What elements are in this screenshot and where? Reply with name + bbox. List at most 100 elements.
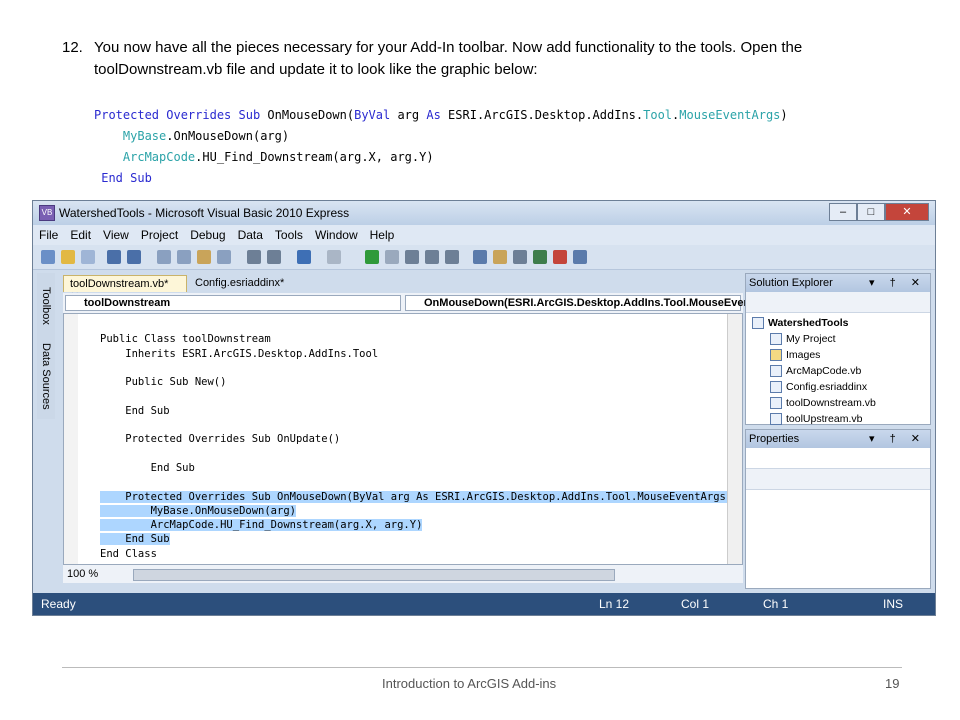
zoom-level[interactable]: 100 %: [67, 568, 98, 580]
close-button[interactable]: ✕: [885, 203, 929, 221]
code-text: OnMouseDown(: [267, 108, 355, 122]
code-type: MouseEventArgs: [679, 108, 781, 122]
paste-icon[interactable]: [197, 250, 211, 264]
tree-label: toolUpstream.vb: [786, 413, 863, 425]
code-line: End Sub: [100, 404, 170, 417]
data-sources-tab[interactable]: Data Sources: [40, 343, 52, 410]
menu-window[interactable]: Window: [309, 225, 364, 242]
toolbox-tab[interactable]: Toolbox: [40, 287, 52, 325]
my-project-icon: [770, 333, 782, 346]
code-text: HU_Find_Downstream(arg.X, arg.Y): [202, 150, 434, 164]
tab-label: toolDownstream.vb*: [70, 278, 169, 290]
save-all-icon[interactable]: [127, 250, 141, 264]
class-dropdown[interactable]: toolDownstream: [65, 295, 401, 311]
solution-explorer-icon[interactable]: [493, 250, 507, 264]
code-text: arg: [397, 108, 427, 122]
new-project-icon[interactable]: [41, 250, 55, 264]
properties-toolbar: [746, 469, 930, 490]
tree-label: Config.esriaddinx: [786, 381, 868, 393]
properties-icon[interactable]: [513, 250, 527, 264]
solution-explorer-title: Solution Explorer: [749, 277, 833, 289]
code-line: Public Class toolDownstream: [100, 333, 271, 346]
ide-screenshot: VB WatershedTools - Microsoft Visual Bas…: [32, 200, 936, 616]
uncomment-icon[interactable]: [267, 250, 281, 264]
code-keyword: ByVal: [354, 108, 398, 122]
menu-edit[interactable]: Edit: [64, 225, 97, 242]
step-over-icon[interactable]: [425, 250, 439, 264]
code-type: ArcMapCode: [122, 150, 196, 164]
code-editor[interactable]: Public Class toolDownstream Inherits ESR…: [63, 313, 743, 565]
code-keyword: Protected Overrides Sub: [94, 108, 268, 122]
step-number: 12.: [62, 39, 83, 56]
object-browser-icon[interactable]: [533, 250, 547, 264]
solution-explorer-panel: Solution Explorer ▾ † ✕ WatershedTools My…: [745, 273, 931, 427]
extension-icon[interactable]: [573, 250, 587, 264]
tree-item-config[interactable]: Config.esriaddinx: [752, 379, 930, 395]
method-dropdown[interactable]: OnMouseDown(ESRI.ArcGIS.Desktop.AddIns.T…: [405, 295, 750, 311]
tree-item-images[interactable]: Images: [752, 347, 930, 363]
step-out-icon[interactable]: [445, 250, 459, 264]
toolbox-icon[interactable]: [553, 250, 567, 264]
tree-item-my-project[interactable]: My Project: [752, 331, 930, 347]
horizontal-scrollbar[interactable]: [133, 569, 615, 581]
code-type: Tool: [643, 108, 673, 122]
panel-pin-icon[interactable]: ▾ † ✕: [869, 274, 926, 292]
save-icon[interactable]: [107, 250, 121, 264]
menu-tools[interactable]: Tools: [269, 225, 309, 242]
undo-icon[interactable]: [297, 250, 311, 264]
title-bar: VB WatershedTools - Microsoft Visual Bas…: [33, 201, 935, 225]
menu-data[interactable]: Data: [232, 225, 269, 242]
delete-icon[interactable]: [217, 250, 231, 264]
menu-file[interactable]: File: [33, 225, 64, 242]
vb-app-icon: VB: [39, 205, 55, 221]
menu-view[interactable]: View: [97, 225, 135, 242]
menu-debug[interactable]: Debug: [184, 225, 231, 242]
menu-project[interactable]: Project: [135, 225, 184, 242]
minimize-button[interactable]: –: [829, 203, 857, 221]
menu-help[interactable]: Help: [364, 225, 401, 242]
vertical-scrollbar[interactable]: [727, 314, 742, 564]
code-text: .: [166, 129, 174, 143]
redo-icon[interactable]: [327, 250, 341, 264]
open-icon[interactable]: [61, 250, 75, 264]
start-debug-icon[interactable]: [365, 250, 379, 264]
tab-tooldownstream[interactable]: toolDownstream.vb* ✕: [63, 275, 187, 303]
code-text: ): [780, 108, 788, 122]
tree-item-tooldownstream[interactable]: toolDownstream.vb: [752, 395, 930, 411]
panel-pin-icon[interactable]: ▾ † ✕: [869, 430, 926, 448]
code-line: Protected Overrides Sub OnUpdate(): [100, 433, 341, 446]
step-text: You now have all the pieces necessary fo…: [94, 39, 803, 78]
code-text: ESRI.ArcGIS.Desktop.AddIns.: [448, 108, 644, 122]
tree-item-toolupstream[interactable]: toolUpstream.vb: [752, 411, 930, 427]
footer-title: Introduction to ArcGIS Add-ins: [382, 676, 557, 691]
tree-label: Images: [786, 349, 821, 361]
status-column: Col 1: [681, 597, 710, 611]
find-icon[interactable]: [473, 250, 487, 264]
comment-icon[interactable]: [247, 250, 261, 264]
code-keyword: As: [426, 108, 449, 122]
vb-file-icon: [770, 365, 782, 378]
status-mode: INS: [883, 597, 904, 611]
code-line: End Sub: [100, 461, 195, 474]
tree-item-project[interactable]: WatershedTools: [752, 315, 930, 331]
code-keyword: End Sub: [101, 171, 152, 185]
code-line: Public Sub New(): [100, 376, 227, 389]
cut-icon[interactable]: [157, 250, 171, 264]
copy-icon[interactable]: [177, 250, 191, 264]
properties-object-dropdown[interactable]: [746, 448, 930, 469]
selected-code-line: End Sub: [100, 533, 170, 546]
status-ready: Ready: [41, 597, 76, 611]
maximize-button[interactable]: □: [857, 203, 885, 221]
tab-config[interactable]: Config.esriaddinx*: [189, 275, 299, 292]
tree-label: WatershedTools: [768, 317, 849, 329]
add-item-icon[interactable]: [81, 250, 95, 264]
stop-icon[interactable]: [385, 250, 399, 264]
step-into-icon[interactable]: [405, 250, 419, 264]
solution-explorer-toolbar: [746, 292, 930, 313]
code-line: End Class: [100, 547, 157, 560]
solution-tree: WatershedTools My Project Images ArcMapC…: [746, 313, 930, 427]
tree-item-arcmapcode[interactable]: ArcMapCode.vb: [752, 363, 930, 379]
editor-code: Public Class toolDownstream Inherits ESR…: [100, 318, 733, 561]
side-tool-strip: Toolbox Data Sources: [37, 273, 55, 419]
selected-code-line: MyBase.OnMouseDown(arg): [100, 504, 296, 517]
